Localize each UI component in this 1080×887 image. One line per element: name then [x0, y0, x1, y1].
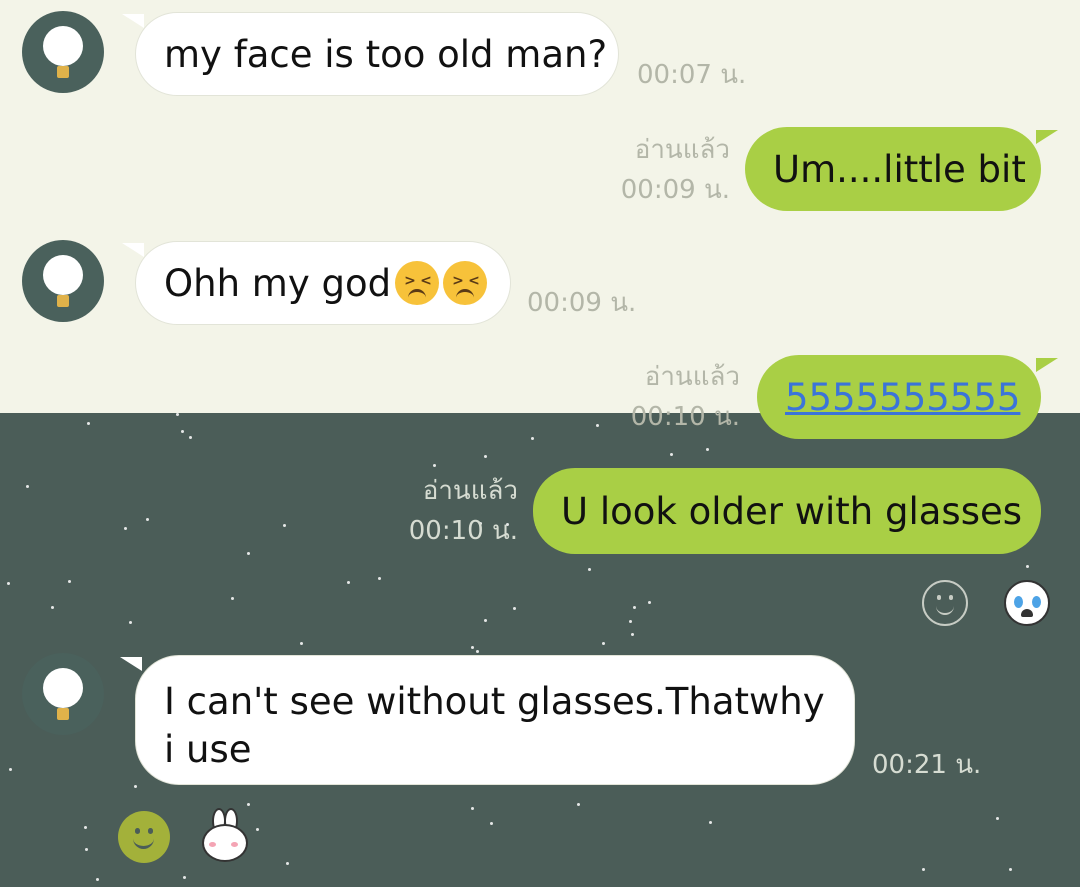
message-bubble-incoming[interactable]: my face is too old man? — [135, 12, 619, 96]
star-dot — [378, 577, 381, 580]
message-text: Ohh my god — [164, 261, 392, 305]
message-read-status: อ่านแล้ว 00:09 น. — [620, 135, 730, 205]
message-time: 00:09 น. — [527, 288, 637, 318]
star-dot — [181, 430, 184, 433]
lightbulb-icon — [43, 668, 83, 708]
star-dot — [247, 803, 250, 806]
star-dot — [476, 650, 479, 653]
contact-avatar[interactable] — [22, 653, 104, 735]
message-bubble-outgoing[interactable]: Um....little bit — [745, 127, 1041, 211]
star-dot — [189, 436, 192, 439]
star-dot — [286, 862, 289, 865]
contact-avatar[interactable] — [22, 11, 104, 93]
star-dot — [709, 821, 712, 824]
crying-face-icon[interactable] — [1004, 580, 1050, 626]
star-dot — [129, 621, 132, 624]
star-dot — [629, 620, 632, 623]
star-dot — [670, 453, 673, 456]
message-text: my face is too old man? — [164, 32, 608, 76]
star-dot — [347, 581, 350, 584]
cony-sticker-icon[interactable] — [200, 808, 248, 862]
star-dot — [183, 876, 186, 879]
star-dot — [231, 597, 234, 600]
star-dot — [433, 464, 436, 467]
star-dot — [146, 518, 149, 521]
star-dot — [176, 413, 179, 416]
star-dot — [1009, 868, 1012, 871]
star-dot — [256, 828, 259, 831]
message-bubble-outgoing[interactable]: 5555555555 — [757, 355, 1041, 439]
star-dot — [706, 448, 709, 451]
star-dot — [490, 822, 493, 825]
star-dot — [996, 817, 999, 820]
message-read-status: อ่านแล้ว 00:10 น. — [630, 362, 740, 432]
message-text: I can't see without glasses.Thatwhy i us… — [164, 680, 825, 771]
message-bubble-incoming[interactable]: I can't see without glasses.Thatwhy i us… — [135, 655, 855, 785]
message-text: U look older with glasses — [561, 489, 1023, 533]
star-dot — [484, 619, 487, 622]
star-dot — [9, 768, 12, 771]
message-text: Um....little bit — [773, 147, 1026, 191]
message-link[interactable]: 5555555555 — [785, 376, 1020, 419]
star-dot — [84, 826, 87, 829]
star-dot — [87, 422, 90, 425]
star-dot — [26, 485, 29, 488]
star-dot — [7, 582, 10, 585]
smiley-outline-icon[interactable] — [922, 580, 968, 626]
star-dot — [85, 848, 88, 851]
star-dot — [68, 580, 71, 583]
star-dot — [471, 646, 474, 649]
smiley-green-icon[interactable] — [118, 811, 170, 863]
star-dot — [471, 807, 474, 810]
star-dot — [577, 803, 580, 806]
star-dot — [531, 437, 534, 440]
star-dot — [247, 552, 250, 555]
star-dot — [51, 606, 54, 609]
message-time: 00:21 น. — [872, 750, 982, 780]
star-dot — [283, 524, 286, 527]
star-dot — [300, 642, 303, 645]
star-dot — [134, 785, 137, 788]
star-dot — [633, 606, 636, 609]
message-time: 00:07 น. — [637, 60, 747, 90]
star-dot — [1026, 565, 1029, 568]
star-dot — [602, 642, 605, 645]
star-dot — [513, 607, 516, 610]
star-dot — [484, 455, 487, 458]
message-bubble-incoming[interactable]: Ohh my god > < > < — [135, 241, 511, 325]
star-dot — [588, 568, 591, 571]
lightbulb-icon — [43, 26, 83, 66]
persevering-face-icon: > < — [443, 261, 488, 305]
message-bubble-outgoing[interactable]: U look older with glasses — [533, 468, 1041, 554]
persevering-face-icon: > < — [395, 261, 440, 305]
star-dot — [631, 633, 634, 636]
star-dot — [96, 878, 99, 881]
message-read-status: อ่านแล้ว 00:10 น. — [408, 476, 518, 546]
lightbulb-icon — [43, 255, 83, 295]
star-dot — [648, 601, 651, 604]
star-dot — [124, 527, 127, 530]
star-dot — [922, 868, 925, 871]
contact-avatar[interactable] — [22, 240, 104, 322]
